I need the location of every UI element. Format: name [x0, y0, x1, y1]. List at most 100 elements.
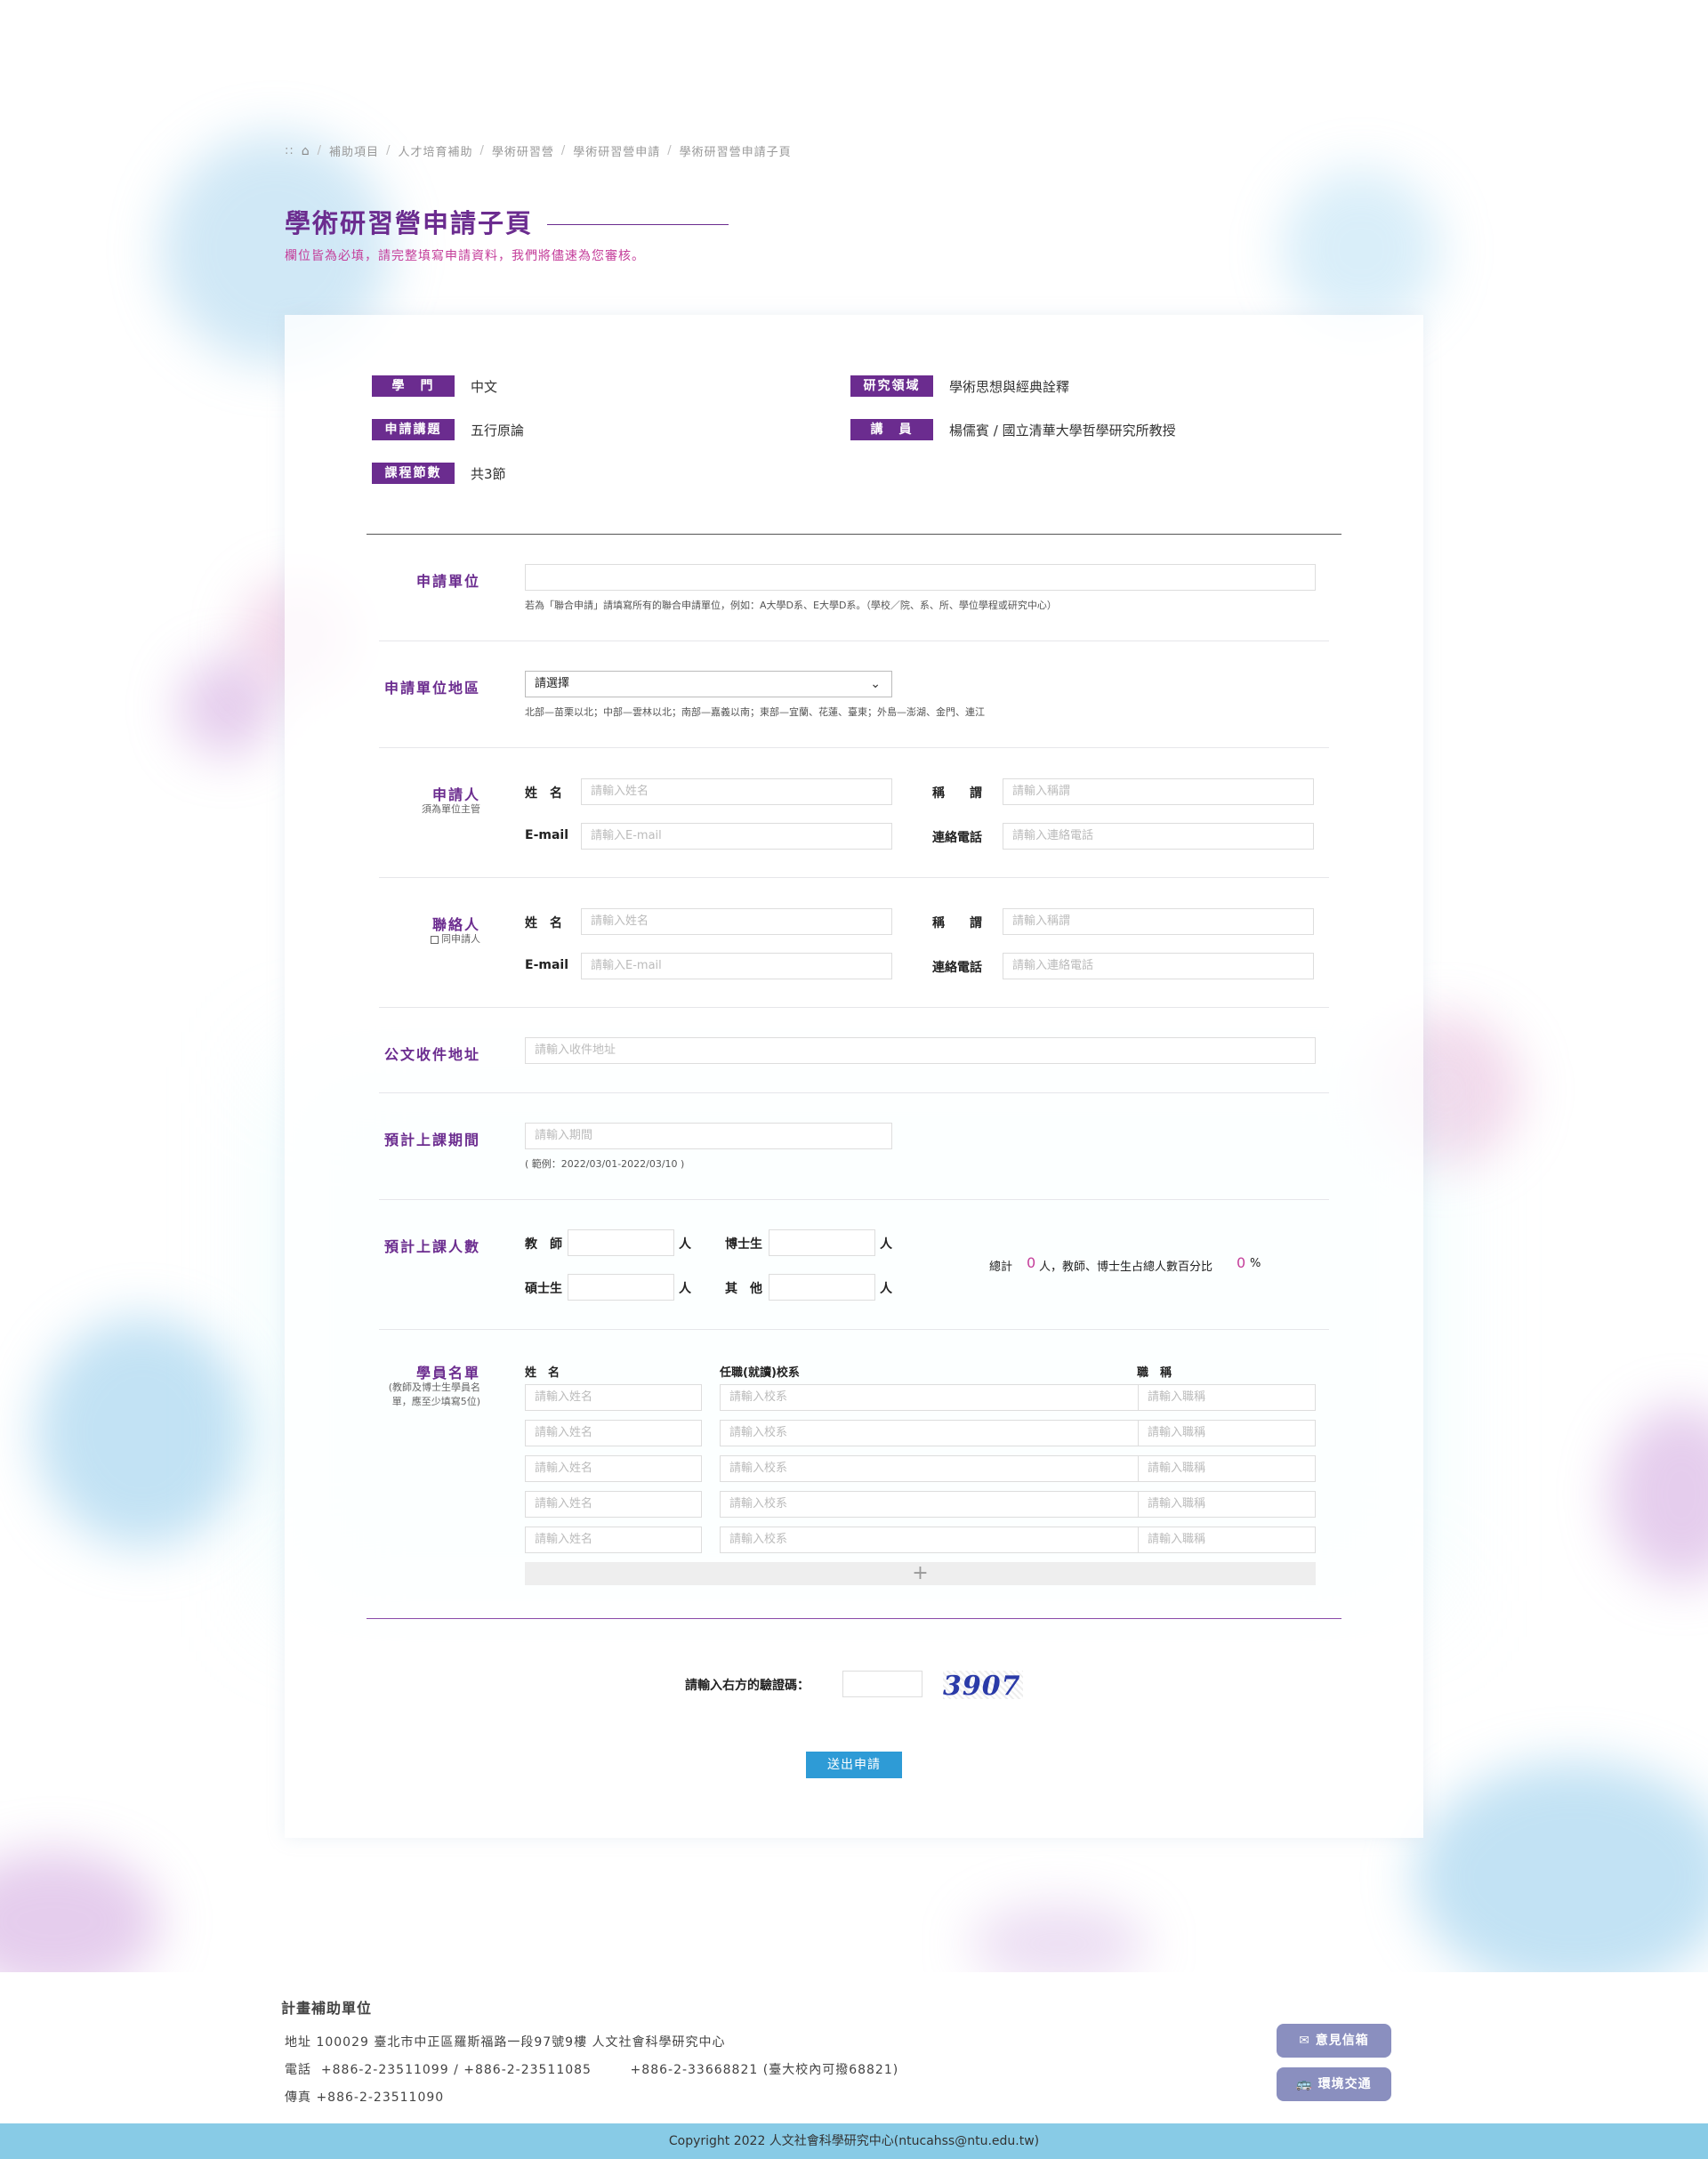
- count-master-label: 碩士生: [525, 1282, 562, 1296]
- footer-address: 地址 100029 臺北市中正區羅斯福路一段97號9樓 人文社會科學研究中心: [285, 2035, 726, 2050]
- contact-title-input[interactable]: 請輸入稱謂: [1003, 908, 1314, 935]
- period-note: ( 範例：2022/03/01-2022/03/10 ): [525, 1158, 685, 1170]
- row-separator: [379, 877, 1329, 878]
- contact-same-label: 同申請人: [441, 933, 480, 945]
- contact-title-label: 稱 謂: [932, 916, 982, 930]
- roster-school-input[interactable]: 請輸入校系: [720, 1420, 1140, 1446]
- region-select[interactable]: 請選擇 ⌄: [525, 671, 892, 697]
- region-note: 北部—苗栗以北；中部—雲林以北；南部—嘉義以南；東部—宜蘭、花蓮、臺東；外島—澎…: [525, 706, 985, 718]
- contact-same-checkbox[interactable]: 同申請人: [285, 932, 480, 947]
- info-lecturer-value: 楊儒賓 / 國立清華大學哲學研究所教授: [949, 422, 1176, 439]
- roster-title-input[interactable]: 請輸入職稱: [1138, 1491, 1316, 1518]
- page-title: 學術研習營申請子頁: [285, 208, 534, 238]
- footer: [0, 1972, 1708, 2123]
- applicant-phone-input[interactable]: 請輸入連絡電話: [1003, 823, 1314, 850]
- info-sessions-value: 共3節: [471, 465, 506, 482]
- transport-button[interactable]: 🚌 環境交通: [1277, 2067, 1391, 2101]
- row-separator: [379, 1329, 1329, 1330]
- info-lecturer: 講 員 楊儒賓 / 國立清華大學哲學研究所教授: [850, 419, 1176, 440]
- applicant-title-input[interactable]: 請輸入稱謂: [1003, 778, 1314, 805]
- roster-school-input[interactable]: 請輸入校系: [720, 1455, 1140, 1482]
- roster-note: (教師及博士生學員名單，應至少填寫5位): [388, 1382, 480, 1407]
- count-phd-label: 博士生: [725, 1237, 762, 1252]
- bg-blob: [0, 1850, 160, 1993]
- count-teacher-input[interactable]: [568, 1229, 674, 1256]
- roster-label: 學員名單: [415, 1365, 480, 1382]
- period-label: 預計上課期間: [383, 1132, 480, 1148]
- footer-fax: 傳真 +886-2-23511090: [285, 2091, 445, 2105]
- count-percent-value: 0: [1237, 1254, 1246, 1271]
- bg-blob: [178, 658, 276, 756]
- checkbox-icon[interactable]: [431, 935, 439, 944]
- section-divider: [367, 534, 1341, 535]
- contact-email-input[interactable]: 請輸入E-mail: [581, 953, 892, 979]
- roster-title-input[interactable]: 請輸入職稱: [1138, 1384, 1316, 1411]
- captcha-image[interactable]: 3907: [943, 1671, 1023, 1702]
- copyright-bar: Copyright 2022 人文社會科學研究中心(ntucahss@ntu.e…: [0, 2123, 1708, 2159]
- add-row-button[interactable]: +: [525, 1562, 1316, 1585]
- roster-col-title: 職 稱: [1137, 1366, 1172, 1380]
- roster-name-input[interactable]: 請輸入姓名: [525, 1527, 702, 1553]
- captcha-input[interactable]: [842, 1671, 922, 1697]
- feedback-button-label: 意見信箱: [1315, 2034, 1369, 2048]
- info-topic-value: 五行原論: [471, 422, 525, 439]
- info-topic: 申請講題 五行原論: [372, 419, 524, 440]
- breadcrumb-item[interactable]: 人才培育補助: [398, 142, 472, 159]
- applicant-label: 申請人: [431, 786, 480, 803]
- address-input[interactable]: 請輸入收件地址: [525, 1037, 1316, 1064]
- submit-button[interactable]: 送出申請: [806, 1752, 902, 1778]
- contact-name-input[interactable]: 請輸入姓名: [581, 908, 892, 935]
- info-dept-value: 中文: [471, 378, 498, 395]
- count-other-input[interactable]: [769, 1274, 875, 1301]
- count-other-label: 其 他: [725, 1282, 762, 1296]
- count-unit: 人: [679, 1282, 691, 1296]
- contact-label: 聯絡人: [431, 916, 480, 933]
- bg-blob: [36, 1317, 249, 1548]
- applicant-note: 須為單位主管: [422, 803, 480, 815]
- applicant-name-input[interactable]: 請輸入姓名: [581, 778, 892, 805]
- roster-name-input[interactable]: 請輸入姓名: [525, 1455, 702, 1482]
- applicant-title-label: 稱 謂: [932, 786, 982, 801]
- roster-name-input[interactable]: 請輸入姓名: [525, 1491, 702, 1518]
- count-unit: 人: [880, 1282, 892, 1296]
- contact-name-label: 姓 名: [525, 916, 562, 930]
- region-select-value: 請選擇: [535, 677, 570, 690]
- roster-title-input[interactable]: 請輸入職稱: [1138, 1420, 1316, 1446]
- row-separator: [379, 1007, 1329, 1008]
- applicant-email-input[interactable]: 請輸入E-mail: [581, 823, 892, 850]
- info-topic-tag: 申請講題: [372, 419, 455, 440]
- page-subtitle: 欄位皆為必填，請完整填寫申請資料，我們將儘速為您審核。: [285, 249, 645, 263]
- roster-school-input[interactable]: 請輸入校系: [720, 1527, 1140, 1553]
- count-phd-input[interactable]: [769, 1229, 875, 1256]
- region-label: 申請單位地區: [383, 680, 480, 697]
- contact-phone-label: 連絡電話: [932, 961, 982, 975]
- unit-input[interactable]: [525, 564, 1316, 591]
- bg-blob: [1281, 169, 1441, 329]
- breadcrumb-item[interactable]: 學術研習營申請: [573, 142, 660, 159]
- footer-title: 計畫補助單位: [281, 2000, 373, 2017]
- period-input[interactable]: 請輸入期間: [525, 1123, 892, 1149]
- count-teacher-label: 教 師: [525, 1237, 562, 1252]
- breadcrumb-item-current: 學術研習營申請子頁: [679, 146, 792, 159]
- mail-icon: ✉: [1299, 2034, 1310, 2048]
- roster-title-input[interactable]: 請輸入職稱: [1138, 1455, 1316, 1482]
- info-field-value: 學術思想與經典詮釋: [949, 378, 1070, 395]
- home-icon[interactable]: ⌂: [302, 144, 310, 158]
- count-total-suffix: 人，教師、博士生占總人數百分比: [1039, 1261, 1213, 1274]
- roster-title-input[interactable]: 請輸入職稱: [1138, 1527, 1316, 1553]
- unit-label: 申請單位: [415, 573, 480, 590]
- feedback-button[interactable]: ✉ 意見信箱: [1277, 2024, 1391, 2058]
- unit-note: 若為「聯合申請」請填寫所有的聯合申請單位，例如：A大學D系、E大學D系。（學校／…: [525, 600, 1057, 611]
- breadcrumb-item[interactable]: 補助項目: [329, 142, 379, 159]
- roster-name-input[interactable]: 請輸入姓名: [525, 1384, 702, 1411]
- breadcrumb-item[interactable]: 學術研習營: [492, 142, 554, 159]
- roster-school-input[interactable]: 請輸入校系: [720, 1384, 1140, 1411]
- roster-col-name: 姓 名: [525, 1366, 560, 1380]
- info-field-tag: 研究領域: [850, 375, 933, 397]
- roster-name-input[interactable]: 請輸入姓名: [525, 1420, 702, 1446]
- roster-col-school: 任職(就讀)校系: [720, 1366, 800, 1380]
- count-master-input[interactable]: [568, 1274, 674, 1301]
- bg-blob: [1610, 1406, 1708, 1583]
- contact-phone-input[interactable]: 請輸入連絡電話: [1003, 953, 1314, 979]
- roster-school-input[interactable]: 請輸入校系: [720, 1491, 1140, 1518]
